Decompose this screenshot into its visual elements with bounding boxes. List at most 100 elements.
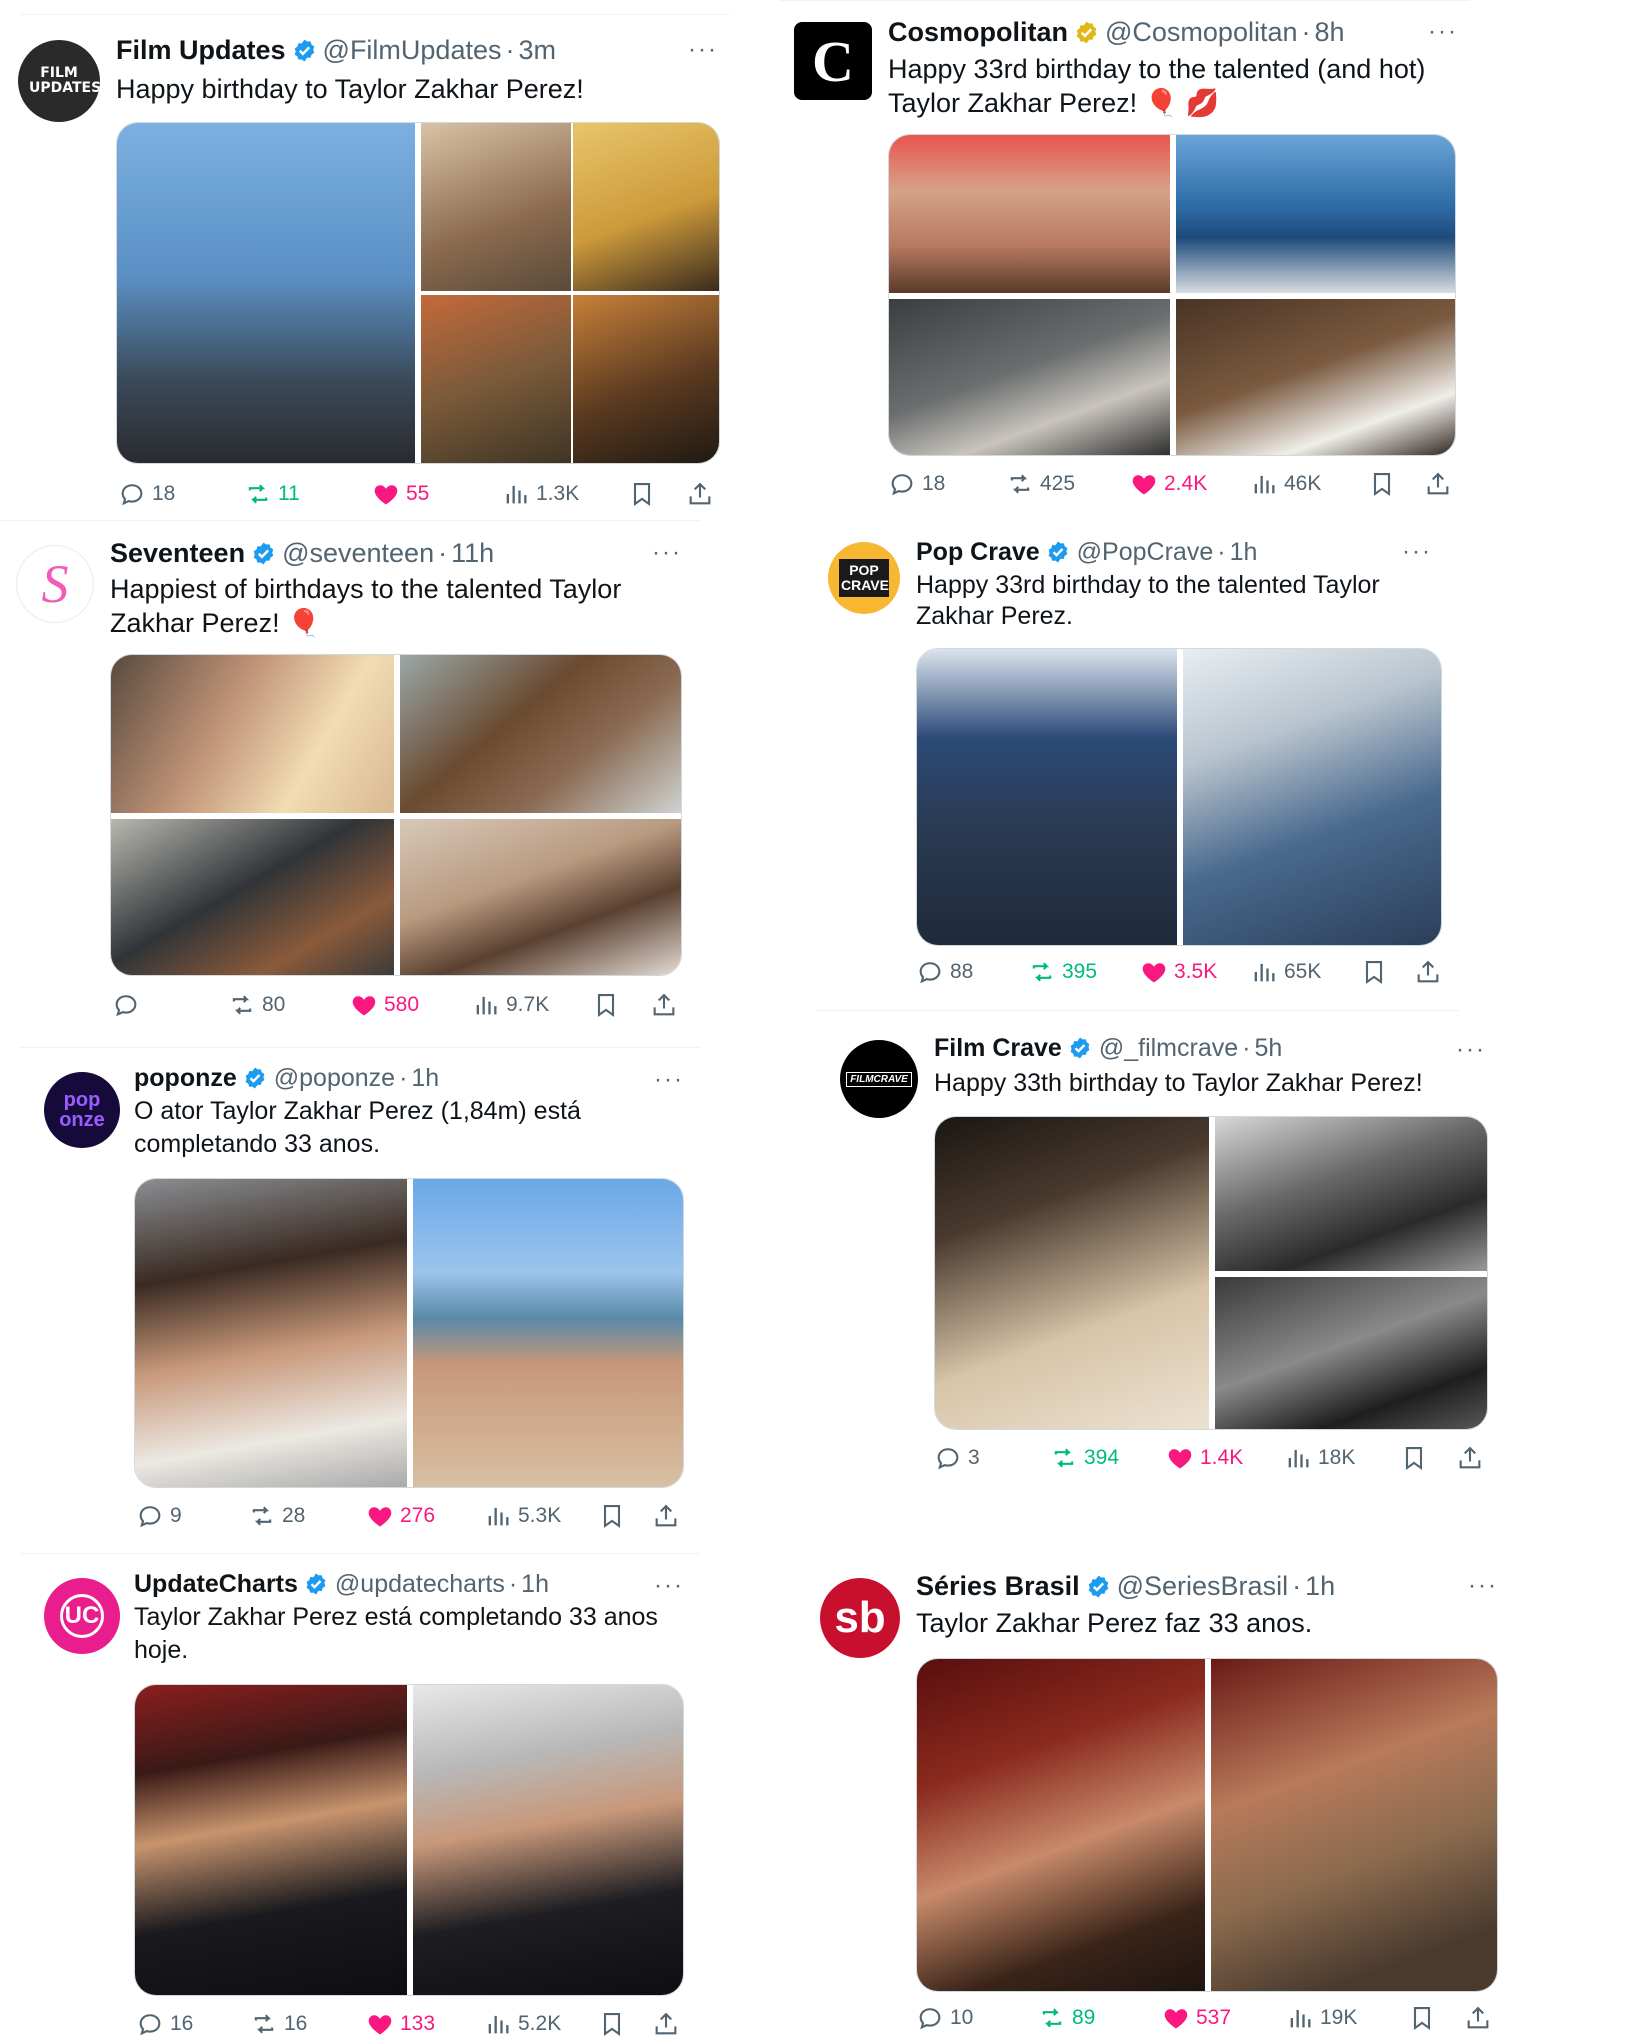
media-grid[interactable] xyxy=(116,122,720,464)
author-name[interactable]: Film Updates xyxy=(116,32,286,68)
bookmark-button[interactable] xyxy=(1368,470,1396,498)
photo[interactable] xyxy=(1215,1117,1487,1271)
views-button[interactable]: 18K xyxy=(1284,1444,1355,1472)
more-icon[interactable]: ··· xyxy=(652,541,682,565)
author-name[interactable]: Pop Crave xyxy=(916,534,1040,570)
like-button[interactable]: 133 xyxy=(366,2010,435,2038)
views-button[interactable]: 46K xyxy=(1250,470,1321,498)
more-icon[interactable]: ··· xyxy=(1456,1038,1486,1062)
media-grid[interactable] xyxy=(934,1116,1488,1430)
media-grid[interactable] xyxy=(916,1658,1498,1992)
photo[interactable] xyxy=(1176,299,1455,455)
repost-button[interactable]: 11 xyxy=(244,480,300,508)
repost-button[interactable]: 394 xyxy=(1050,1444,1119,1472)
author-name[interactable]: UpdateCharts xyxy=(134,1566,298,1602)
author-handle[interactable]: @poponze xyxy=(274,1060,395,1096)
photo[interactable] xyxy=(421,123,571,291)
photo[interactable] xyxy=(1176,135,1455,293)
like-button[interactable]: 580 xyxy=(350,991,419,1019)
photo[interactable] xyxy=(889,135,1170,293)
timestamp[interactable]: 3m xyxy=(519,32,557,68)
tweet-film-crave[interactable]: FILMCRAVE Film Crave @_filmcrave · 5h ··… xyxy=(820,1012,1520,1512)
photo[interactable] xyxy=(117,123,415,463)
avatar[interactable]: sb xyxy=(820,1578,900,1658)
reply-button[interactable]: 18 xyxy=(118,480,175,508)
photo[interactable] xyxy=(935,1117,1209,1429)
photo[interactable] xyxy=(413,1179,683,1487)
views-button[interactable]: 5.2K xyxy=(484,2010,561,2038)
reply-button[interactable]: 88 xyxy=(916,958,973,986)
photo[interactable] xyxy=(111,655,394,813)
photo[interactable] xyxy=(135,1179,407,1487)
author-handle[interactable]: @updatecharts xyxy=(335,1566,505,1602)
share-button[interactable] xyxy=(1414,958,1442,986)
timestamp[interactable]: 5h xyxy=(1254,1030,1282,1066)
views-button[interactable]: 5.3K xyxy=(484,1502,561,1530)
share-button[interactable] xyxy=(1456,1444,1484,1472)
timestamp[interactable]: 1h xyxy=(1230,534,1258,570)
author-name[interactable]: poponze xyxy=(134,1060,237,1096)
more-icon[interactable]: ··· xyxy=(1428,20,1458,44)
photo[interactable] xyxy=(421,295,571,463)
author-handle[interactable]: @seventeen xyxy=(282,535,434,571)
avatar[interactable]: FILMCRAVE xyxy=(840,1040,918,1118)
author-handle[interactable]: @FilmUpdates xyxy=(323,32,502,68)
avatar[interactable]: POP CRAVE xyxy=(828,542,900,614)
media-grid[interactable] xyxy=(134,1178,684,1488)
bookmark-button[interactable] xyxy=(598,2010,626,2038)
bookmark-button[interactable] xyxy=(1400,1444,1428,1472)
avatar[interactable]: S xyxy=(16,545,94,623)
author-name[interactable]: Séries Brasil xyxy=(916,1568,1080,1604)
more-icon[interactable]: ··· xyxy=(654,1574,684,1598)
tweet-film-updates[interactable]: FILM UPDATES Film Updates @FilmUpdates ·… xyxy=(0,0,760,520)
views-button[interactable]: 19K xyxy=(1286,2004,1357,2032)
tweet-series-brasil[interactable]: sb Séries Brasil @SeriesBrasil · 1h ··· … xyxy=(800,1556,1520,2040)
share-button[interactable] xyxy=(1464,2004,1492,2032)
repost-button[interactable]: 89 xyxy=(1038,2004,1095,2032)
tweet-cosmopolitan[interactable]: C Cosmopolitan @Cosmopolitan · 8h ··· Ha… xyxy=(780,0,1520,510)
author-handle[interactable]: @PopCrave xyxy=(1077,534,1214,570)
share-button[interactable] xyxy=(1424,470,1452,498)
author-handle[interactable]: @_filmcrave xyxy=(1099,1030,1238,1066)
views-button[interactable]: 1.3K xyxy=(502,480,579,508)
photo[interactable] xyxy=(111,819,394,975)
like-button[interactable]: 1.4K xyxy=(1166,1444,1243,1472)
reply-button[interactable]: 9 xyxy=(136,1502,182,1530)
reply-button[interactable]: 10 xyxy=(916,2004,973,2032)
photo[interactable] xyxy=(917,649,1177,945)
bookmark-button[interactable] xyxy=(1360,958,1388,986)
media-grid[interactable] xyxy=(134,1684,684,1996)
tweet-seventeen[interactable]: S Seventeen @seventeen · 11h ··· Happies… xyxy=(0,521,760,1047)
author-handle[interactable]: @SeriesBrasil xyxy=(1117,1568,1288,1604)
author-name[interactable]: Film Crave xyxy=(934,1030,1062,1066)
author-name[interactable]: Seventeen xyxy=(110,535,245,571)
share-button[interactable] xyxy=(652,1502,680,1530)
bookmark-button[interactable] xyxy=(592,991,620,1019)
timestamp[interactable]: 1h xyxy=(521,1566,549,1602)
share-button[interactable] xyxy=(686,480,714,508)
repost-button[interactable]: 395 xyxy=(1028,958,1097,986)
avatar[interactable]: C xyxy=(794,22,872,100)
timestamp[interactable]: 11h xyxy=(451,535,494,571)
media-grid[interactable] xyxy=(888,134,1456,456)
more-icon[interactable]: ··· xyxy=(688,38,718,62)
repost-button[interactable]: 425 xyxy=(1006,470,1075,498)
bookmark-button[interactable] xyxy=(628,480,656,508)
more-icon[interactable]: ··· xyxy=(654,1068,684,1092)
reply-button[interactable] xyxy=(112,991,146,1019)
tweet-poponze[interactable]: pop onze poponze @poponze · 1h ··· O ato… xyxy=(0,1048,760,1553)
photo[interactable] xyxy=(1215,1277,1487,1429)
like-button[interactable]: 3.5K xyxy=(1140,958,1217,986)
timestamp[interactable]: 8h xyxy=(1315,14,1345,50)
timestamp[interactable]: 1h xyxy=(1305,1568,1335,1604)
tweet-pop-crave[interactable]: POP CRAVE Pop Crave @PopCrave · 1h ··· H… xyxy=(810,520,1510,1010)
like-button[interactable]: 2.4K xyxy=(1130,470,1207,498)
photo[interactable] xyxy=(573,295,719,463)
media-grid[interactable] xyxy=(110,654,682,976)
like-button[interactable]: 276 xyxy=(366,1502,435,1530)
photo[interactable] xyxy=(573,123,719,291)
views-button[interactable]: 65K xyxy=(1250,958,1321,986)
reply-button[interactable]: 3 xyxy=(934,1444,980,1472)
avatar[interactable]: FILM UPDATES xyxy=(18,40,100,122)
author-handle[interactable]: @Cosmopolitan xyxy=(1105,14,1298,50)
